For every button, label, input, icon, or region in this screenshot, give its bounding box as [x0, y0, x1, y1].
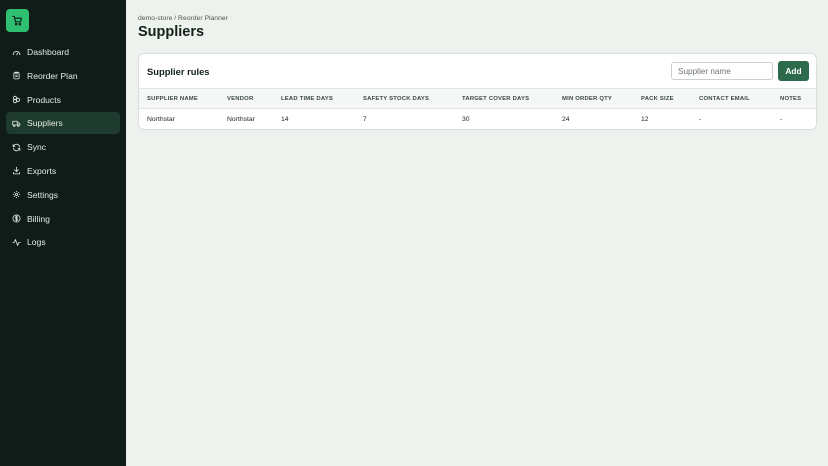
gauge-icon — [12, 48, 21, 57]
column-header-supplier-name: SUPPLIER NAME — [147, 96, 199, 102]
supplier-name-input[interactable] — [671, 62, 773, 80]
sidebar-item-settings[interactable]: Settings — [6, 184, 120, 206]
cell-target-cover-days: 30 — [462, 116, 470, 123]
refresh-icon — [12, 143, 21, 152]
sidebar-nav: Dashboard Reorder Plan Products Supplier… — [6, 41, 120, 255]
sidebar-item-label: Exports — [27, 165, 57, 176]
sidebar-item-label: Suppliers — [27, 118, 63, 129]
column-header-vendor: VENDOR — [227, 96, 254, 102]
cell-min-order-qty: 24 — [562, 116, 570, 123]
column-header-lead-time-days: LEAD TIME DAYS — [281, 96, 334, 102]
sidebar-item-label: Logs — [27, 237, 46, 248]
main-content: demo-store / Reorder Planner Suppliers S… — [126, 0, 828, 466]
sidebar-item-reorder-plan[interactable]: Reorder Plan — [6, 65, 120, 87]
gear-icon — [12, 190, 21, 199]
cell-pack-size: 12 — [641, 116, 649, 123]
clipboard-icon — [12, 71, 21, 80]
cell-vendor: Northstar — [227, 116, 255, 123]
dollar-icon — [12, 214, 21, 223]
app-logo[interactable] — [6, 9, 29, 32]
sidebar-item-exports[interactable]: Exports — [6, 160, 120, 182]
table-header: SUPPLIER NAME VENDOR LEAD TIME DAYS SAFE… — [139, 88, 816, 109]
sidebar-item-sync[interactable]: Sync — [6, 136, 120, 158]
cell-notes: - — [780, 116, 783, 123]
sidebar-item-dashboard[interactable]: Dashboard — [6, 41, 120, 63]
sidebar-item-logs[interactable]: Logs — [6, 231, 120, 253]
cart-icon — [12, 15, 23, 26]
sidebar-item-products[interactable]: Products — [6, 89, 120, 111]
card-title: Supplier rules — [147, 66, 210, 77]
boxes-icon — [12, 95, 21, 104]
activity-icon — [12, 238, 21, 247]
breadcrumb: demo-store / Reorder Planner — [138, 15, 228, 22]
supplier-rules-card: Supplier rules Add SUPPLIER NAME VENDOR … — [138, 53, 817, 130]
column-header-notes: NOTES — [780, 96, 802, 102]
cell-contact-email: - — [699, 116, 702, 123]
add-button[interactable]: Add — [778, 61, 809, 81]
sidebar-item-label: Settings — [27, 189, 59, 200]
cell-supplier-name: Northstar — [147, 116, 175, 123]
sidebar-item-suppliers[interactable]: Suppliers — [6, 112, 120, 135]
download-icon — [12, 166, 21, 175]
column-header-min-order-qty: MIN ORDER QTY — [562, 96, 613, 102]
cell-safety-stock-days: 7 — [363, 116, 367, 123]
column-header-pack-size: PACK SIZE — [641, 96, 674, 102]
table-row[interactable]: Northstar Northstar 14 7 30 24 12 - - — [139, 109, 816, 130]
column-header-target-cover-days: TARGET COVER DAYS — [462, 96, 530, 102]
sidebar-item-label: Products — [27, 94, 61, 105]
cell-lead-time-days: 14 — [281, 116, 289, 123]
page-title: Suppliers — [138, 24, 205, 40]
sidebar-item-label: Billing — [27, 213, 50, 224]
column-header-contact-email: CONTACT EMAIL — [699, 96, 750, 102]
truck-icon — [12, 119, 21, 128]
sidebar-item-label: Reorder Plan — [27, 70, 78, 81]
sidebar: Dashboard Reorder Plan Products Supplier… — [0, 0, 126, 466]
column-header-safety-stock-days: SAFETY STOCK DAYS — [363, 96, 430, 102]
sidebar-item-billing[interactable]: Billing — [6, 208, 120, 230]
sidebar-item-label: Dashboard — [27, 47, 70, 57]
sidebar-item-label: Sync — [27, 142, 47, 153]
